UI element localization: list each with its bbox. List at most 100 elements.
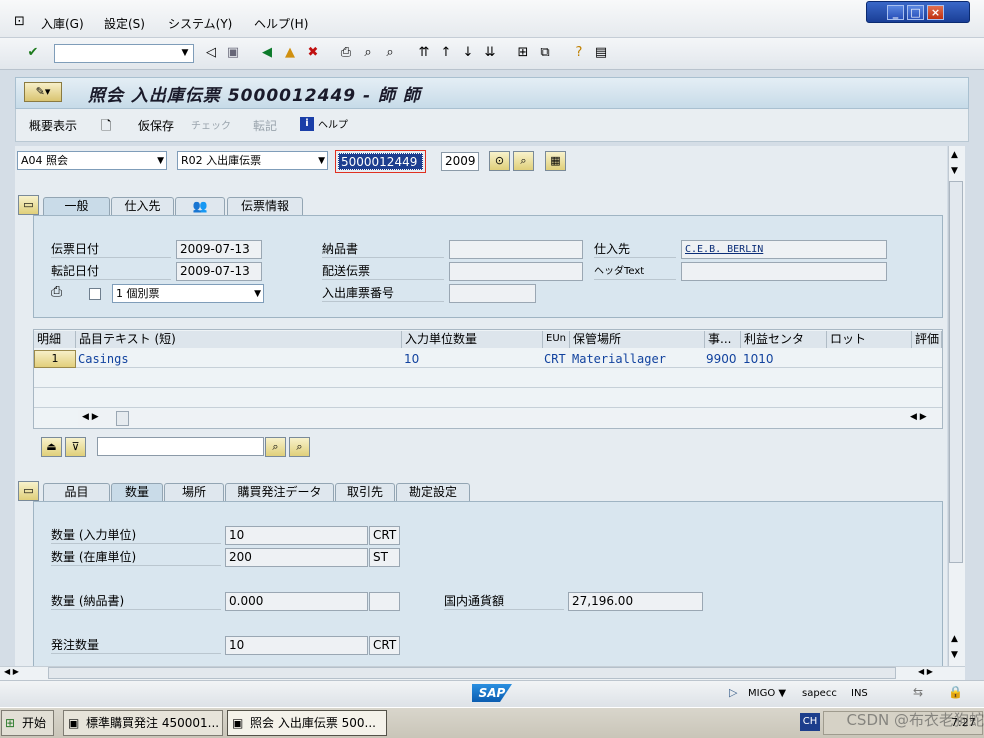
- execute-icon[interactable]: ⊙: [489, 151, 510, 171]
- menu-goods-receipt[interactable]: 入庫(G): [41, 15, 84, 32]
- hscroll-thumb[interactable]: [116, 411, 129, 426]
- search-icon[interactable]: ⌕: [513, 151, 534, 171]
- scroll-right-icon[interactable]: ◀ ▶: [918, 667, 933, 676]
- system-name: sapecc: [802, 688, 837, 699]
- print-checkbox[interactable]: [89, 288, 101, 300]
- taskbar-item-migo[interactable]: ▣ 照会 入出庫伝票 500...: [227, 710, 387, 736]
- action-value: A04 照会: [21, 154, 69, 167]
- scroll-left-icon[interactable]: ◀ ▶: [82, 412, 99, 422]
- scroll-thumb[interactable]: [949, 181, 963, 563]
- header-collapse-icon[interactable]: ▭: [18, 195, 39, 215]
- minimize-button[interactable]: _: [887, 5, 904, 20]
- start-button[interactable]: ⊞ 开始: [1, 710, 54, 736]
- next-page-icon[interactable]: ↓: [459, 44, 477, 62]
- delete-row-icon[interactable]: ⏏: [41, 437, 62, 457]
- transaction-code[interactable]: MIGO ▼: [748, 688, 786, 699]
- enter-icon[interactable]: ✔: [24, 44, 42, 62]
- screen-menu-icon[interactable]: ✎▾: [24, 82, 62, 102]
- scroll-left-icon[interactable]: ◀ ▶: [4, 667, 19, 676]
- tab-partners[interactable]: 👥: [175, 197, 225, 216]
- filter-icon[interactable]: ⊽: [65, 437, 86, 457]
- chevron-down-icon[interactable]: ▼: [157, 153, 164, 170]
- first-page-icon[interactable]: ⇈: [415, 44, 433, 62]
- col-qty[interactable]: 入力単位数量: [402, 331, 543, 348]
- item-search-input[interactable]: [97, 437, 264, 456]
- scroll-up-icon[interactable]: ▲: [951, 634, 958, 644]
- col-text[interactable]: 品目テキスト (短): [76, 331, 402, 348]
- tab-partner[interactable]: 取引先: [335, 483, 395, 502]
- row-line-button[interactable]: 1: [34, 350, 76, 368]
- menu-system[interactable]: システム(Y): [168, 15, 232, 32]
- chevron-down-icon[interactable]: ▼: [318, 153, 325, 170]
- previous-page-icon[interactable]: ↑: [437, 44, 455, 62]
- cancel-icon[interactable]: ✖: [304, 44, 322, 62]
- save-icon[interactable]: ▣: [224, 44, 242, 62]
- chevron-down-icon[interactable]: ▼: [177, 45, 193, 62]
- action-select[interactable]: A04 照会 ▼: [17, 151, 167, 170]
- document-number-value: 5000012449: [338, 153, 423, 170]
- col-profit[interactable]: 利益センタ: [741, 331, 827, 348]
- scroll-up-icon[interactable]: ▲: [951, 150, 958, 160]
- print-version-select[interactable]: 1 個別票 ▼: [112, 284, 264, 303]
- print-icon[interactable]: ⎙: [337, 44, 355, 62]
- taskbar-item-po[interactable]: ▣ 標準購買発注 450001...: [63, 710, 223, 736]
- tab-doc-info[interactable]: 伝票情報: [227, 197, 303, 216]
- col-batch[interactable]: ロット: [827, 331, 912, 348]
- help-icon[interactable]: ?: [570, 44, 588, 62]
- tab-account[interactable]: 勘定設定: [396, 483, 470, 502]
- detail-collapse-icon[interactable]: ▭: [18, 481, 39, 501]
- back-icon[interactable]: ◀: [258, 44, 276, 62]
- reference-select[interactable]: R02 入出庫伝票 ▼: [177, 151, 328, 170]
- menu-bar: [0, 0, 984, 38]
- tab-material[interactable]: 品目: [43, 483, 110, 502]
- layout-menu-icon[interactable]: ▤: [592, 44, 610, 62]
- hscroll-thumb[interactable]: [48, 667, 896, 679]
- fiscal-year-input[interactable]: 2009: [441, 152, 479, 171]
- scroll-right-icon[interactable]: ◀ ▶: [910, 412, 927, 422]
- scroll-down-icon[interactable]: ▼: [951, 166, 958, 176]
- menu-settings[interactable]: 設定(S): [104, 15, 145, 32]
- shortcut-icon[interactable]: ⧉: [536, 44, 554, 62]
- new-session-icon[interactable]: ⊞: [514, 44, 532, 62]
- close-button[interactable]: ×: [927, 5, 944, 20]
- col-sloc[interactable]: 保管場所: [570, 331, 705, 348]
- sap-menu-icon[interactable]: ⊡: [14, 14, 25, 29]
- table-row[interactable]: [34, 349, 942, 368]
- table-icon[interactable]: ▦: [545, 151, 566, 171]
- hold-button[interactable]: 仮保存: [138, 117, 174, 134]
- search-next-icon[interactable]: ⌕: [289, 437, 310, 457]
- last-page-icon[interactable]: ⇊: [481, 44, 499, 62]
- col-plant[interactable]: 事...: [705, 331, 741, 348]
- find-icon[interactable]: ⌕: [359, 44, 377, 62]
- chevron-down-icon[interactable]: ▼: [254, 286, 261, 303]
- tab-po-data[interactable]: 購買発注データ: [225, 483, 334, 502]
- history-back-icon[interactable]: ◁: [202, 44, 220, 62]
- stock-unit-field: ST: [369, 548, 400, 567]
- tab-where[interactable]: 場所: [164, 483, 224, 502]
- command-field[interactable]: ▼: [54, 44, 194, 63]
- scroll-down-icon[interactable]: ▼: [951, 650, 958, 660]
- table-row[interactable]: [34, 369, 942, 388]
- col-line[interactable]: 明細: [34, 331, 76, 348]
- search-icon[interactable]: ⌕: [265, 437, 286, 457]
- new-document-icon[interactable]: 🗋: [101, 117, 111, 139]
- restore-button[interactable]: □: [907, 5, 924, 20]
- tab-quantity[interactable]: 数量: [111, 483, 163, 502]
- col-unit[interactable]: EUn: [543, 331, 570, 348]
- exit-icon[interactable]: ▲: [281, 44, 299, 62]
- table-hscroll[interactable]: [78, 410, 942, 427]
- menu-help[interactable]: ヘルプ(H): [254, 15, 308, 32]
- tab-general[interactable]: 一般: [43, 197, 110, 216]
- po-unit-field: CRT: [369, 636, 400, 655]
- table-row[interactable]: [34, 389, 942, 408]
- overview-button[interactable]: 概要表示: [29, 117, 77, 134]
- col-valuation[interactable]: 評価: [912, 331, 942, 348]
- check-button: チェック: [191, 121, 231, 132]
- document-number-input[interactable]: 5000012449: [335, 150, 426, 173]
- find-next-icon[interactable]: ⌕: [381, 44, 399, 62]
- tab-vendor[interactable]: 仕入先: [111, 197, 174, 216]
- info-icon[interactable]: i: [300, 117, 314, 131]
- help-button[interactable]: ヘルプ: [318, 116, 348, 131]
- status-expand-icon[interactable]: ▷: [729, 686, 737, 699]
- dn-unit-field: [369, 592, 400, 611]
